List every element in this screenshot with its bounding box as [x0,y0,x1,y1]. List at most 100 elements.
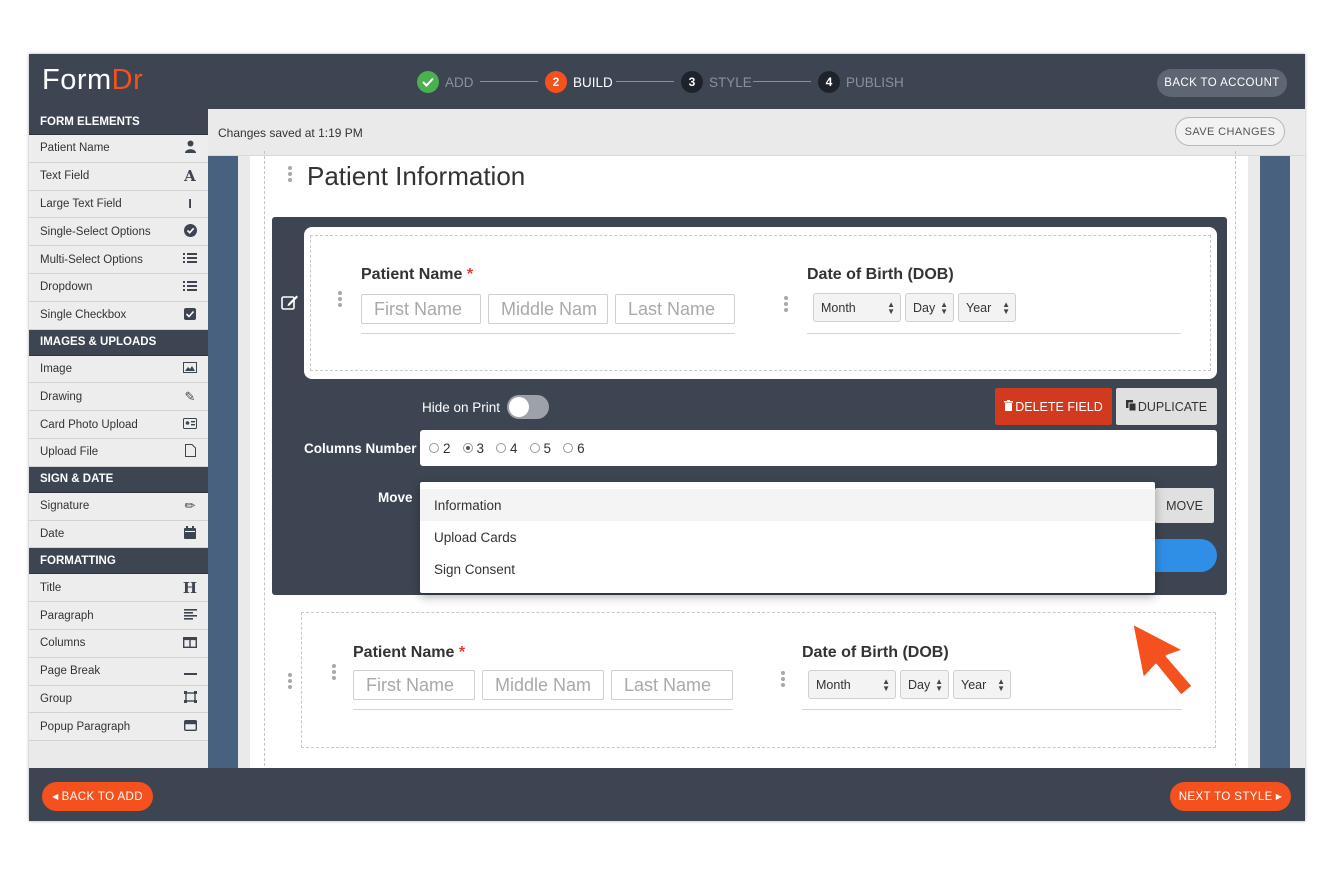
year-select[interactable]: Year ▲ ▼ [958,293,1016,322]
back-to-account-button[interactable]: BACK TO ACCOUNT [1157,69,1287,97]
middle-name-input[interactable]: Middle Nam [482,670,604,700]
app-logo[interactable]: FormDr [42,64,143,97]
text-cursor-icon: I [188,196,192,212]
sidebar-section-title: IMAGES & UPLOADS [29,329,208,356]
columns-number-label: Columns Number [304,441,417,456]
drag-handle-icon[interactable] [331,664,337,682]
bottom-bar: ◀ BACK TO ADD NEXT TO STYLE ▶ [29,768,1305,821]
field-label: Patient Name * [361,266,474,283]
delete-field-button[interactable]: DELETE FIELD [995,388,1112,425]
move-section-dropdown[interactable]: Information Upload Cards Sign Consent [420,482,1155,593]
save-status-text: Changes saved at 1:19 PM [218,126,363,140]
sidebar-item-single-select[interactable]: Single-Select Options [29,218,208,247]
heading-icon: H [182,578,198,597]
step-build[interactable]: 2 BUILD [545,70,613,94]
move-button[interactable]: MOVE [1155,488,1214,523]
day-select[interactable]: Day ▲ ▼ [905,293,954,322]
column-option-6[interactable]: 6 [563,441,585,456]
canvas-gutter-right [1260,156,1290,768]
step-number: 4 [818,71,840,93]
trash-icon [1004,399,1014,414]
list-icon [182,280,198,295]
next-to-style-button[interactable]: NEXT TO STYLE ▶ [1170,782,1291,811]
drag-handle-icon[interactable] [780,671,786,689]
duplicate-button[interactable]: DUPLICATE [1116,388,1217,425]
copy-icon [1125,399,1137,414]
sidebar-item-dropdown[interactable]: Dropdown [29,273,208,302]
back-to-add-button[interactable]: ◀ BACK TO ADD [42,782,153,811]
field-label: Patient Name * [353,644,466,661]
step-label: ADD [445,74,474,90]
columns-icon [182,636,198,651]
field-card[interactable]: Patient Name * First Name Middle Nam Las… [301,612,1216,748]
field-underline [802,709,1182,710]
last-name-input[interactable]: Last Name [615,294,735,324]
hide-on-print-label: Hide on Print [422,400,501,415]
drag-handle-icon[interactable] [287,673,293,691]
sidebar-item-drawing[interactable]: Drawing ✎ [29,383,208,412]
check-icon [417,71,439,93]
drag-handle-icon[interactable] [783,296,789,314]
step-connector [480,81,538,82]
sidebar-item-card-photo-upload[interactable]: Card Photo Upload [29,411,208,439]
sidebar-item-page-break[interactable]: Page Break [29,657,208,686]
sidebar-item-multi-select[interactable]: Multi-Select Options [29,246,208,274]
sidebar-item-columns[interactable]: Columns [29,629,208,658]
sidebar-item-patient-name[interactable]: Patient Name [29,135,208,163]
step-add[interactable]: ADD [417,70,474,94]
file-icon [182,444,198,460]
sidebar-section-title: FORMATTING [29,548,208,575]
columns-number-radio-group: 2 3 4 5 6 [420,430,1217,466]
calendar-icon [182,525,198,542]
sidebar-item-upload-file[interactable]: Upload File [29,438,208,467]
move-option-upload-cards[interactable]: Upload Cards [420,521,1155,553]
save-status-bar: Changes saved at 1:19 PM SAVE CHANGES [208,109,1305,156]
step-label: BUILD [573,74,613,90]
middle-name-input[interactable]: Middle Nam [488,294,608,324]
move-option-sign-consent[interactable]: Sign Consent [420,553,1155,585]
sidebar-item-paragraph[interactable]: Paragraph [29,602,208,630]
first-name-input[interactable]: First Name [353,670,475,700]
day-select[interactable]: Day ▲ ▼ [900,670,949,699]
column-option-4[interactable]: 4 [496,441,518,456]
pencil-icon: ✏ [184,498,196,514]
step-number: 3 [681,71,703,93]
sidebar-item-title[interactable]: Title H [29,574,208,603]
sidebar-item-signature[interactable]: Signature ✏ [29,492,208,521]
person-icon [182,140,198,156]
year-select[interactable]: Year ▲ ▼ [953,670,1011,699]
column-option-2[interactable]: 2 [429,441,451,456]
form-elements-sidebar: FORM ELEMENTS Patient Name Text Field A L… [29,109,208,768]
sidebar-item-date[interactable]: Date [29,520,208,549]
hide-on-print-toggle[interactable] [507,395,549,419]
checkbox-icon [182,307,198,323]
letter-a-icon: A [184,167,196,186]
field-editor-panel: Patient Name * First Name Middle Nam Las… [272,217,1227,595]
save-changes-button[interactable]: SAVE CHANGES [1175,117,1285,146]
section-title[interactable]: Patient Information [307,161,525,192]
move-option-information[interactable]: Information [420,489,1155,521]
sidebar-item-group[interactable]: Group [29,685,208,714]
sidebar-section-title: SIGN & DATE [29,466,208,493]
column-option-5[interactable]: 5 [529,441,551,456]
month-select[interactable]: Month ▲ ▼ [813,293,901,322]
drag-handle-icon[interactable] [287,166,293,184]
column-option-3[interactable]: 3 [462,441,484,456]
sidebar-item-image[interactable]: Image [29,355,208,384]
chevron-left-icon: ◀ [52,792,59,801]
top-bar: FormDr ADD 2 BUILD 3 STYLE 4 PUBLISH BAC… [29,54,1305,109]
edit-icon[interactable] [281,294,299,316]
step-style[interactable]: 3 STYLE [681,70,752,94]
drag-handle-icon[interactable] [337,291,343,309]
sidebar-item-large-text-field[interactable]: Large Text Field I [29,190,208,219]
sidebar-item-text-field[interactable]: Text Field A [29,162,208,191]
month-select[interactable]: Month ▲ ▼ [808,670,896,699]
step-number: 2 [545,71,567,93]
selected-field-card[interactable]: Patient Name * First Name Middle Nam Las… [304,227,1217,379]
last-name-input[interactable]: Last Name [611,670,733,700]
sidebar-item-popup-paragraph[interactable]: Popup Paragraph [29,713,208,742]
step-publish[interactable]: 4 PUBLISH [818,70,904,94]
first-name-input[interactable]: First Name [361,294,481,324]
sidebar-item-single-checkbox[interactable]: Single Checkbox [29,301,208,330]
canvas-gutter-left [208,156,238,768]
